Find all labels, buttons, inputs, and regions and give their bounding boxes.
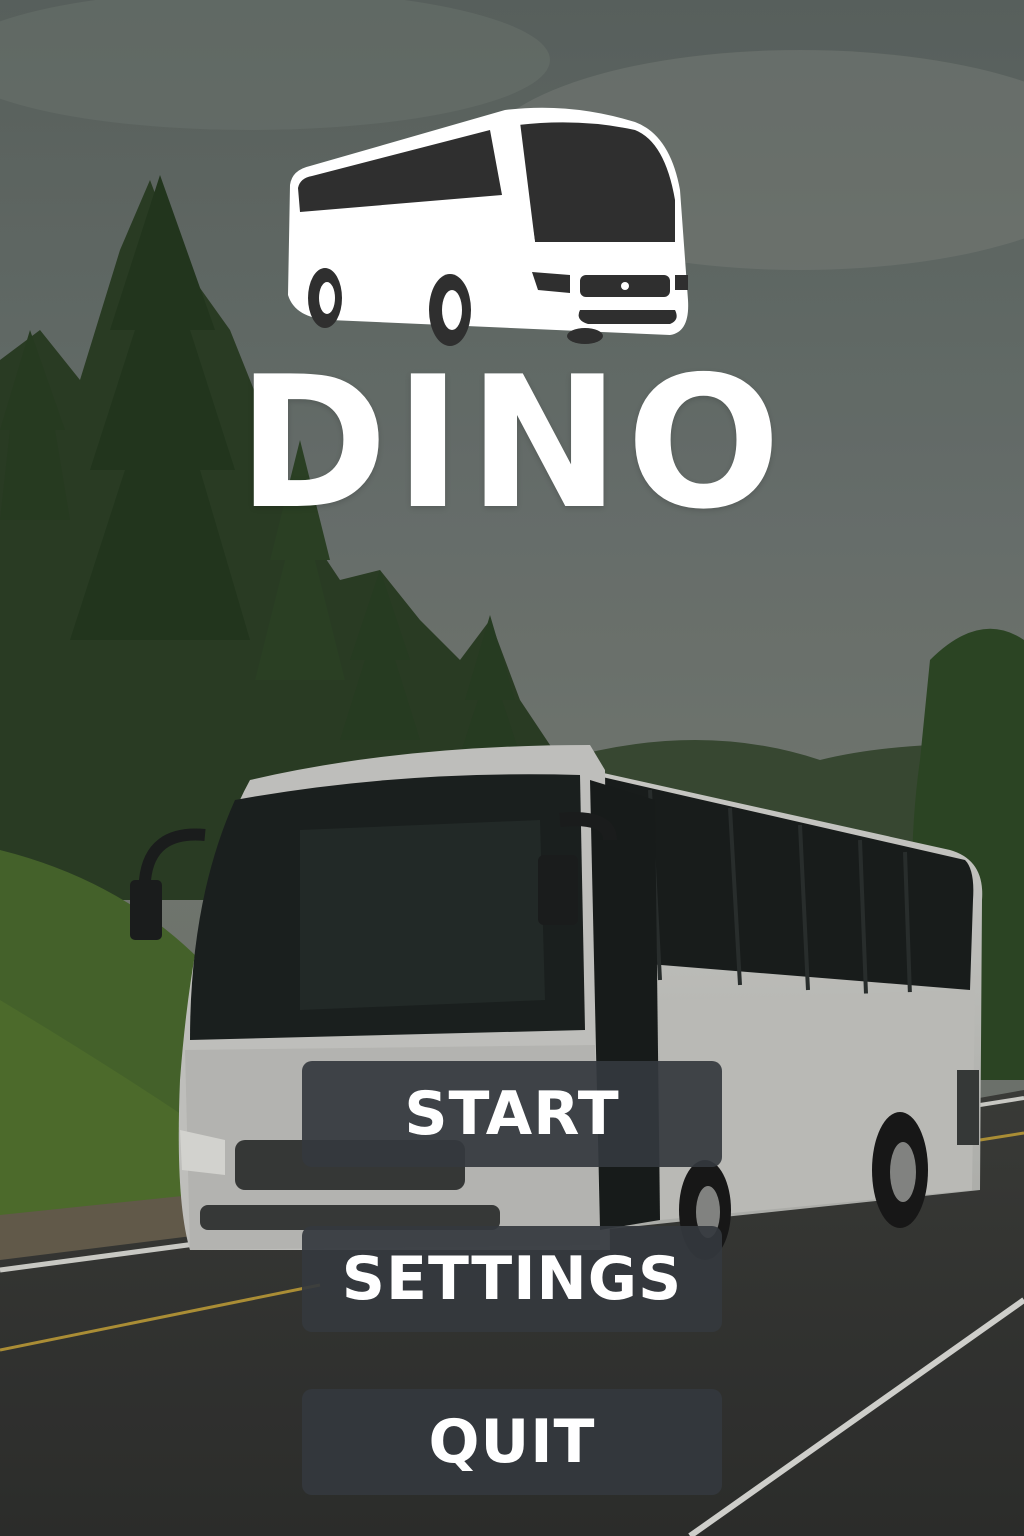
settings-button[interactable]: SETTINGS [302, 1226, 722, 1332]
quit-button[interactable]: QUIT [302, 1389, 722, 1495]
game-title: DINO [237, 337, 787, 549]
start-button[interactable]: START [302, 1061, 722, 1167]
coach-bus-icon [270, 100, 700, 360]
